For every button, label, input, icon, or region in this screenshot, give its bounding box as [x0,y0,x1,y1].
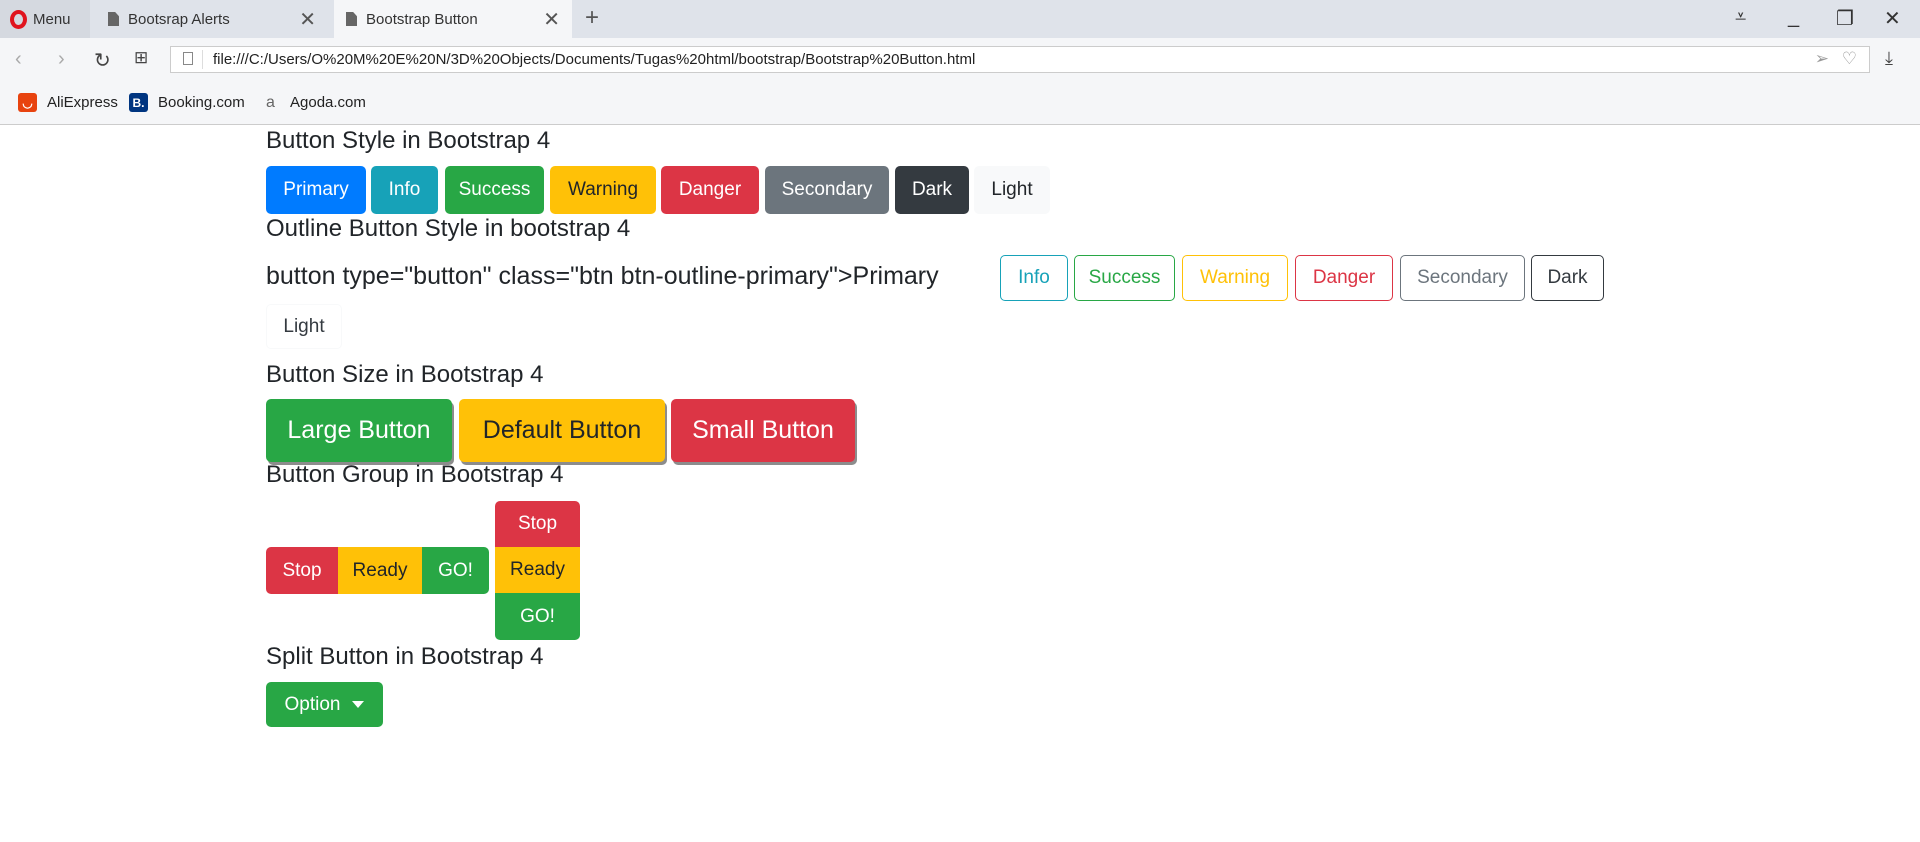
close-tab-icon[interactable]: ✕ [299,7,316,32]
outline-info-button[interactable]: Info [1000,255,1068,301]
tab-bootstrap-button[interactable]: Bootstrap Button ✕ [334,0,572,38]
menu-label: Menu [33,10,71,28]
bookmark-label: AliExpress [47,94,118,111]
tab-menu-icon[interactable]: ⩡ [1735,6,1746,29]
send-icon[interactable]: ➢ [1815,49,1829,69]
warning-button[interactable]: Warning [550,166,656,214]
bookmark-label: Booking.com [158,94,245,111]
primary-button[interactable]: Primary [266,166,366,214]
heart-icon[interactable]: ♡ [1842,49,1857,69]
aliexpress-icon: ◡ [18,93,37,112]
tab-bootstrap-alerts[interactable]: Bootsrap Alerts ✕ [96,0,328,38]
heading-outline-style: Outline Button Style in bootstrap 4 [266,215,631,242]
success-button[interactable]: Success [445,166,544,214]
tab-bar: Menu Bootsrap Alerts ✕ Bootstrap Button ✕ … [0,0,1920,38]
outline-light-button[interactable]: Light [266,304,342,349]
default-button[interactable]: Default Button [459,399,665,462]
bookmark-booking[interactable]: B. Booking.com [129,93,245,112]
bookmark-label: Agoda.com [290,94,366,111]
large-button[interactable]: Large Button [266,399,452,462]
tab-title: Bootstrap Button [366,10,478,28]
heading-split-button: Split Button in Bootstrap 4 [266,643,544,670]
vertical-go-button[interactable]: GO! [495,593,580,640]
url-text: file:///C:/Users/O%20M%20E%20N/3D%20Obje… [213,51,976,68]
heading-button-style: Button Style in Bootstrap 4 [266,127,551,154]
page-icon [183,52,193,65]
reload-icon[interactable]: ↻ [94,48,111,73]
caret-down-icon [352,701,365,708]
heading-button-group: Button Group in Bootstrap 4 [266,461,564,488]
outline-danger-button[interactable]: Danger [1295,255,1393,301]
vertical-stop-button[interactable]: Stop [495,501,580,547]
opera-logo-icon [10,9,27,29]
group-stop-button[interactable]: Stop [266,547,338,594]
new-tab-icon[interactable]: + [585,4,599,32]
light-button[interactable]: Light [974,166,1050,214]
bookmarks-bar: ◡ AliExpress B. Booking.com a Agoda.com [0,80,1920,125]
group-ready-button[interactable]: Ready [338,547,422,594]
booking-icon: B. [129,93,148,112]
download-icon[interactable]: ⤓ [1885,48,1893,69]
group-go-button[interactable]: GO! [422,547,489,594]
back-icon[interactable]: ‹ [15,48,22,71]
outline-warning-button[interactable]: Warning [1182,255,1288,301]
outline-primary-raw-text: button type="button" class="btn btn-outl… [266,262,939,290]
option-label: Option [284,693,341,715]
close-window-icon[interactable]: ✕ [1884,6,1901,31]
restore-icon[interactable]: ❐ [1836,6,1854,31]
forward-icon[interactable]: › [58,48,65,71]
speed-dial-icon[interactable]: ⊞ [134,48,148,68]
close-tab-icon[interactable]: ✕ [543,7,560,32]
option-dropdown-button[interactable]: Option [266,682,383,727]
info-button[interactable]: Info [371,166,438,214]
agoda-icon: a [266,93,275,111]
danger-button[interactable]: Danger [661,166,759,214]
secondary-button[interactable]: Secondary [765,166,889,214]
dark-button[interactable]: Dark [895,166,969,214]
url-field[interactable]: file:///C:/Users/O%20M%20E%20N/3D%20Obje… [170,46,1870,73]
vertical-ready-button[interactable]: Ready [495,547,580,593]
document-icon [346,12,357,26]
minimize-icon[interactable]: _ [1788,6,1799,29]
opera-menu-button[interactable]: Menu [0,0,90,38]
heading-button-size: Button Size in Bootstrap 4 [266,361,544,388]
address-bar: ‹ › ↻ ⊞ file:///C:/Users/O%20M%20E%20N/3… [0,38,1920,80]
small-button[interactable]: Small Button [671,399,855,462]
outline-secondary-button[interactable]: Secondary [1400,255,1525,301]
tab-title: Bootsrap Alerts [128,10,230,28]
outline-success-button[interactable]: Success [1074,255,1175,301]
document-icon [108,12,119,26]
outline-dark-button[interactable]: Dark [1531,255,1604,301]
bookmark-agoda[interactable]: a Agoda.com [261,93,366,112]
bookmark-aliexpress[interactable]: ◡ AliExpress [18,93,118,112]
